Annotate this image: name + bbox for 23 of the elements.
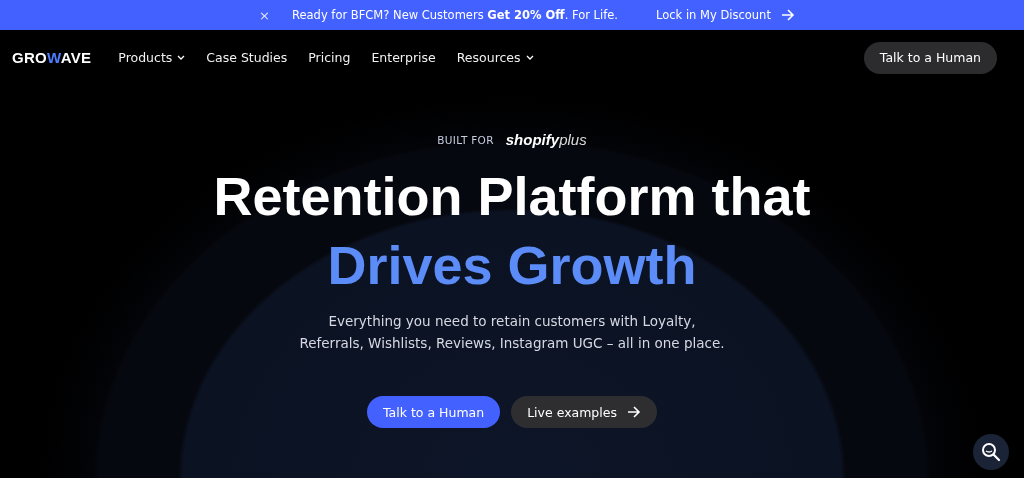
search-button[interactable] <box>973 434 1009 470</box>
arrow-icon <box>780 9 795 21</box>
search-icon <box>981 442 1001 462</box>
announcement-text: Ready for BFCM? New Customers Get 20% Off. For Life. <box>292 8 618 22</box>
nav-link[interactable]: Resources <box>456 50 521 65</box>
chevron-down-icon <box>177 55 186 60</box>
logo[interactable]: GROWAVE <box>12 49 92 66</box>
nav-link[interactable]: Products <box>118 50 173 65</box>
discount-link[interactable]: Lock in My Discount <box>656 8 771 22</box>
close-button[interactable]: × <box>259 7 270 23</box>
nav-link[interactable]: Pricing <box>308 50 351 65</box>
nav-link[interactable]: Case Studies <box>206 50 288 65</box>
talk-button[interactable]: Talk to a Human <box>863 41 997 74</box>
headline: Retention Platform that <box>213 165 811 228</box>
built-for-label: BUILT FOR <box>437 133 494 146</box>
arrow-icon <box>627 406 641 418</box>
chevron-down-icon <box>525 55 534 60</box>
hero-subtitle: Everything you need to retain customers with Loyalty, Referrals, Wishlists, Reviews, Instagram UGC – all in one place. <box>298 312 726 353</box>
headline: Drives Growth <box>326 234 698 297</box>
nav-link[interactable]: Enterprise <box>371 50 436 65</box>
platform-logo: shopifyplus <box>505 131 587 148</box>
talk-button[interactable]: Talk to a Human <box>367 396 501 428</box>
examples-button[interactable]: Live examples <box>511 396 657 428</box>
